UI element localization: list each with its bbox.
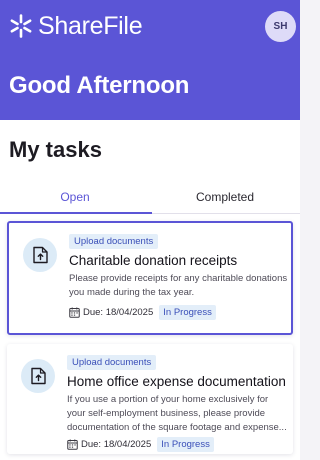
task-due-date: Due: 18/04/2025 <box>83 306 154 318</box>
task-type-badge: Upload documents <box>69 234 159 249</box>
page-title: My tasks <box>9 137 102 162</box>
calendar-icon <box>67 439 78 450</box>
tab-completed[interactable]: Completed <box>150 180 300 213</box>
sharefile-logo-icon <box>10 14 32 38</box>
upload-document-icon <box>30 367 46 385</box>
task-card-home-office[interactable]: Upload documents Home office expense doc… <box>7 344 293 454</box>
greeting-heading: Good Afternoon <box>9 72 190 99</box>
task-description: Please provide receipts for any charitab… <box>69 273 288 298</box>
brand-name: ShareFile <box>38 11 143 40</box>
upload-document-icon <box>32 246 48 264</box>
tab-open[interactable]: Open <box>0 180 150 213</box>
user-avatar[interactable]: SH <box>265 11 296 42</box>
tab-selected-indicator <box>0 212 152 214</box>
task-type-badge: Upload documents <box>67 355 157 370</box>
task-meta: Due: 18/04/2025 In Progress <box>69 304 289 320</box>
status-badge: In Progress <box>159 304 216 320</box>
sharefile-logo: ShareFile <box>8 11 143 41</box>
status-badge: In Progress <box>157 436 214 452</box>
task-title: Home office expense documentation <box>67 374 286 389</box>
task-meta: Due: 18/04/2025 In Progress <box>67 436 287 452</box>
task-title: Charitable donation receipts <box>69 253 238 268</box>
task-due-date: Due: 18/04/2025 <box>81 438 152 450</box>
task-card-charitable-donation[interactable]: Upload documents Charitable donation rec… <box>7 221 293 335</box>
task-description: If you use a portion of your home exclus… <box>67 394 287 433</box>
app-header: ShareFile SH Good Afternoon <box>0 0 300 120</box>
task-tabs: Open Completed <box>0 180 300 214</box>
calendar-icon <box>69 307 80 318</box>
task-icon-container <box>21 359 55 393</box>
task-icon-container <box>23 238 57 272</box>
